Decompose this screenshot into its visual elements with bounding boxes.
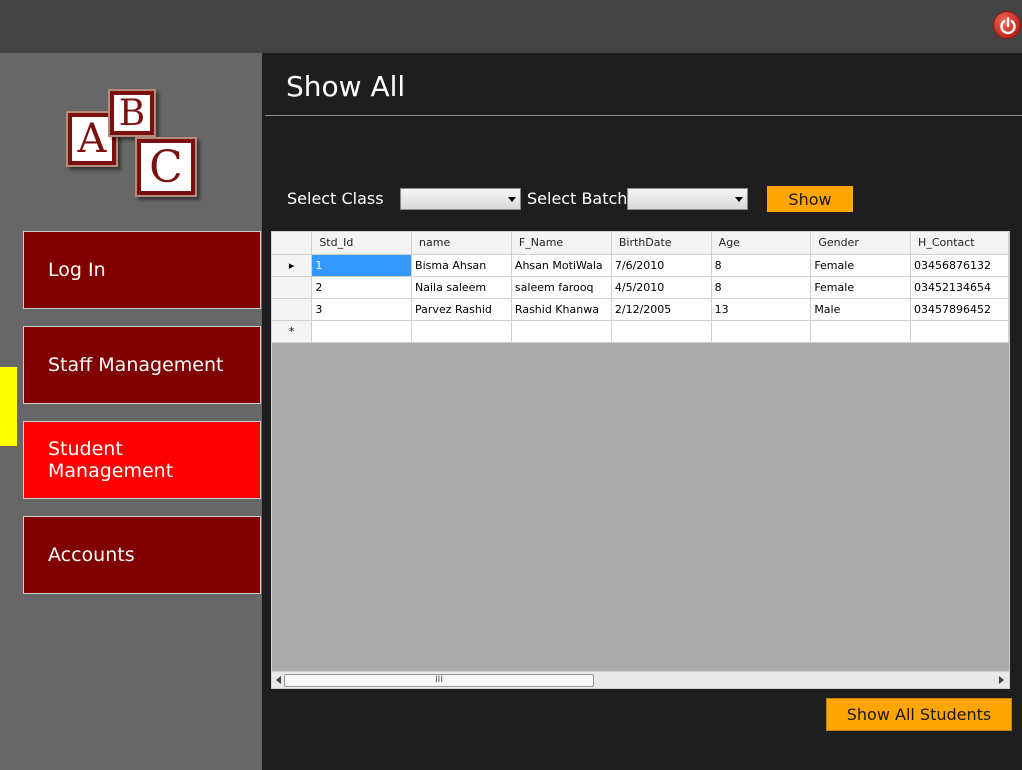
table-cell[interactable]: 13 <box>711 298 812 321</box>
table-cell[interactable]: 2/12/2005 <box>611 298 712 321</box>
students-table: Std_Id name F_Name BirthDate Age Gender … <box>272 232 1009 343</box>
table-cell[interactable] <box>810 320 912 343</box>
scroll-right-icon[interactable] <box>999 676 1004 684</box>
nav-staff-management[interactable]: Staff Management <box>23 326 261 404</box>
title-bar <box>0 0 1022 53</box>
page-title: Show All <box>286 70 406 103</box>
scroll-left-icon[interactable] <box>276 676 281 684</box>
column-header[interactable]: BirthDate <box>611 232 712 255</box>
show-button[interactable]: Show <box>767 186 853 212</box>
table-cell[interactable] <box>311 320 413 343</box>
row-header-corner <box>272 232 313 255</box>
current-row-indicator-icon[interactable]: ▸ <box>272 254 313 277</box>
table-cell[interactable]: Ahsan MotiWala <box>511 254 612 277</box>
table-cell[interactable]: 8 <box>711 254 812 277</box>
table-cell[interactable]: Female <box>810 276 912 299</box>
table-cell[interactable] <box>711 320 812 343</box>
abc-logo: A B C <box>62 85 207 205</box>
chevron-down-icon <box>508 197 516 202</box>
row-header[interactable] <box>272 298 313 321</box>
column-header[interactable]: Age <box>711 232 812 255</box>
horizontal-scrollbar[interactable]: III <box>272 671 1009 688</box>
nav-log-in-label: Log In <box>48 259 106 281</box>
new-row[interactable]: * <box>272 320 1009 343</box>
table-row[interactable]: ▸ 1 Bisma Ahsan Ahsan MotiWala 7/6/2010 … <box>272 254 1009 277</box>
scroll-thumb[interactable]: III <box>284 674 594 687</box>
table-cell[interactable]: Male <box>810 298 912 321</box>
title-divider <box>265 115 1022 116</box>
table-cell[interactable]: saleem farooq <box>511 276 612 299</box>
header-row: Std_Id name F_Name BirthDate Age Gender … <box>272 232 1009 255</box>
table-cell[interactable]: 03457896452 <box>910 298 1009 321</box>
table-cell[interactable] <box>611 320 712 343</box>
row-header[interactable] <box>272 276 313 299</box>
nav-accounts-label: Accounts <box>48 544 135 566</box>
table-cell[interactable]: Parvez Rashid <box>411 298 512 321</box>
batch-dropdown[interactable] <box>627 188 748 210</box>
sidebar: A B C <box>0 53 262 770</box>
logo-block-b: B <box>108 89 156 137</box>
nav-log-in[interactable]: Log In <box>23 231 261 309</box>
table-cell[interactable]: Naila saleem <box>411 276 512 299</box>
table-cell[interactable]: 3 <box>311 298 413 321</box>
table-cell[interactable]: Bisma Ahsan <box>411 254 512 277</box>
table-cell[interactable]: 03452134654 <box>910 276 1009 299</box>
table-cell[interactable]: 2 <box>311 276 413 299</box>
table-row[interactable]: 2 Naila saleem saleem farooq 4/5/2010 8 … <box>272 276 1009 299</box>
chevron-down-icon <box>735 197 743 202</box>
table-cell[interactable] <box>511 320 612 343</box>
column-header[interactable]: Std_Id <box>311 232 413 255</box>
students-grid[interactable]: Std_Id name F_Name BirthDate Age Gender … <box>271 231 1010 689</box>
table-cell[interactable]: Rashid Khanwa <box>511 298 612 321</box>
table-cell[interactable]: 03456876132 <box>910 254 1009 277</box>
column-header[interactable]: F_Name <box>511 232 612 255</box>
nav-staff-management-label: Staff Management <box>48 354 224 376</box>
column-header[interactable]: Gender <box>810 232 912 255</box>
select-class-label: Select Class <box>287 189 384 208</box>
nav-accounts[interactable]: Accounts <box>23 516 261 594</box>
table-row[interactable]: 3 Parvez Rashid Rashid Khanwa 2/12/2005 … <box>272 298 1009 321</box>
column-header[interactable]: H_Contact <box>910 232 1009 255</box>
table-cell[interactable] <box>910 320 1009 343</box>
class-dropdown[interactable] <box>400 188 521 210</box>
column-header[interactable]: name <box>411 232 512 255</box>
table-cell[interactable]: 8 <box>711 276 812 299</box>
table-cell[interactable]: 4/5/2010 <box>611 276 712 299</box>
nav-student-management[interactable]: Student Management <box>23 421 261 499</box>
nav-student-management-label: Student Management <box>48 438 174 482</box>
logo-block-c: C <box>135 137 197 197</box>
new-row-asterisk-icon[interactable]: * <box>272 320 313 343</box>
active-nav-marker <box>0 367 17 446</box>
table-cell[interactable]: Female <box>810 254 912 277</box>
select-batch-label: Select Batch <box>527 189 628 208</box>
table-cell[interactable]: 1 <box>311 254 413 277</box>
table-cell[interactable] <box>411 320 512 343</box>
show-all-students-button[interactable]: Show All Students <box>826 698 1012 731</box>
power-icon[interactable] <box>993 11 1021 39</box>
table-cell[interactable]: 7/6/2010 <box>611 254 712 277</box>
